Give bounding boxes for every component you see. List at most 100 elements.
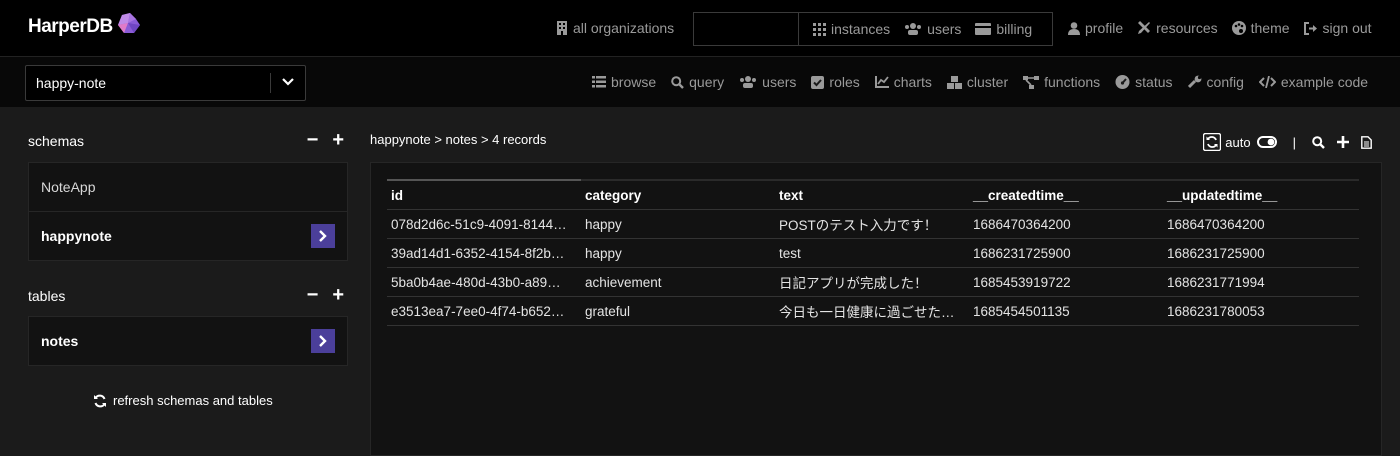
table-row[interactable]: 078d2d6c-51c9-4091-8144… happy POSTのテスト入… — [387, 209, 1359, 239]
example-code-link[interactable]: example code — [1258, 74, 1368, 90]
sign-out-link[interactable]: sign out — [1303, 20, 1372, 36]
wrench-icon — [1187, 75, 1201, 89]
users-icon — [905, 23, 922, 35]
chevron-down-icon[interactable] — [281, 76, 295, 88]
refresh-label: refresh schemas and tables — [113, 393, 273, 408]
column-header-text[interactable]: text — [775, 179, 969, 210]
add-schema-button[interactable]: + — [332, 130, 344, 150]
cell-updatedtime: 1686231780053 — [1163, 296, 1359, 326]
resources-link[interactable]: resources — [1137, 20, 1218, 36]
column-header-id[interactable]: id — [387, 179, 581, 210]
all-organizations-link[interactable]: all organizations — [556, 20, 674, 36]
cell-text: POSTのテスト入力です！ — [775, 209, 969, 239]
users-icon — [740, 76, 757, 88]
tables-title: tables — [28, 288, 66, 304]
schema-item-happynote[interactable]: happynote — [29, 212, 347, 260]
config-label: config — [1206, 74, 1244, 90]
charts-link[interactable]: charts — [874, 74, 932, 90]
instances-link[interactable]: instances — [813, 21, 890, 37]
refresh-icon[interactable] — [1203, 133, 1222, 151]
cell-updatedtime: 1686231725900 — [1163, 238, 1359, 268]
roles-link[interactable]: roles — [811, 74, 860, 90]
cell-createdtime: 1686231725900 — [969, 238, 1163, 268]
gauge-icon — [1115, 75, 1130, 89]
tables-list: notes — [28, 316, 348, 366]
config-link[interactable]: config — [1187, 74, 1244, 90]
cluster-label: cluster — [966, 74, 1009, 90]
add-table-button[interactable]: + — [332, 285, 344, 305]
functions-link[interactable]: functions — [1023, 74, 1100, 90]
remove-schema-button[interactable]: − — [307, 130, 319, 150]
instance-nav: browse query users roles charts cluster … — [592, 57, 1368, 107]
chevron-right-icon[interactable] — [311, 224, 335, 248]
breadcrumb: happynote > notes > 4 records — [370, 132, 547, 147]
cell-updatedtime: 1686470364200 — [1163, 209, 1359, 239]
chart-line-icon — [874, 76, 889, 88]
schemas-list: NoteApp happynote — [28, 162, 348, 261]
chevron-right-icon[interactable] — [311, 329, 335, 353]
cluster-link[interactable]: cluster — [946, 74, 1009, 90]
roles-label: roles — [829, 74, 860, 90]
status-link[interactable]: status — [1115, 74, 1173, 90]
cell-category: achievement — [581, 267, 775, 297]
search-icon[interactable] — [1312, 135, 1325, 149]
palette-icon — [1231, 21, 1246, 35]
browse-link[interactable]: browse — [592, 74, 656, 90]
tools-icon — [1138, 21, 1151, 34]
refresh-schemas-button[interactable]: refresh schemas and tables — [93, 393, 273, 408]
schema-item-label: NoteApp — [41, 179, 96, 195]
table-header-row: id category text __createdtime__ __updat… — [387, 179, 1359, 210]
users-link[interactable]: users — [904, 21, 961, 37]
code-icon — [1258, 76, 1276, 88]
logo-mark-icon — [117, 13, 140, 33]
schema-item-label: happynote — [41, 228, 112, 244]
file-icon[interactable] — [1361, 135, 1372, 149]
cell-id: 5ba0b4ae-480d-43b0-a89… — [387, 267, 581, 297]
table-toolbar: auto | — [1203, 133, 1372, 151]
column-header-updatedtime[interactable]: __updatedtime__ — [1163, 179, 1359, 210]
schemas-header: schemas − + — [28, 130, 348, 151]
query-link[interactable]: query — [671, 74, 724, 90]
instances-label: instances — [831, 21, 891, 37]
table-item-label: notes — [41, 333, 79, 349]
records-table: id category text __createdtime__ __updat… — [387, 179, 1359, 326]
select-divider — [270, 73, 271, 93]
schema-item-noteapp[interactable]: NoteApp — [29, 163, 347, 212]
status-label: status — [1135, 74, 1173, 90]
table-row[interactable]: e3513ea7-7ee0-4f74-b652… grateful 今日も一日健… — [387, 296, 1359, 326]
functions-label: functions — [1044, 74, 1101, 90]
table-row[interactable]: 39ad14d1-6352-4154-8f2b… happy test 1686… — [387, 238, 1359, 268]
sign-out-icon — [1303, 21, 1317, 35]
instance-users-link[interactable]: users — [739, 74, 796, 90]
billing-link[interactable]: billing — [975, 21, 1032, 37]
main-content: happynote > notes > 4 records auto | id … — [370, 106, 1382, 456]
remove-table-button[interactable]: − — [307, 285, 319, 305]
top-bar: HarperDB all organizations instances use… — [0, 0, 1400, 56]
account-nav: profile resources theme sign out — [1068, 0, 1386, 56]
instance-select[interactable]: happy-note — [25, 65, 306, 101]
theme-link[interactable]: theme — [1231, 20, 1290, 36]
org-name-slot — [694, 13, 799, 45]
table-row[interactable]: 5ba0b4ae-480d-43b0-a89… achievement 日記アプ… — [387, 267, 1359, 297]
column-header-createdtime[interactable]: __createdtime__ — [969, 179, 1163, 210]
profile-link[interactable]: profile — [1068, 20, 1123, 36]
list-icon — [592, 76, 606, 88]
toolbar-divider: | — [1292, 134, 1296, 150]
billing-label: billing — [996, 21, 1033, 37]
column-header-category[interactable]: category — [581, 179, 775, 210]
refresh-icon — [94, 394, 106, 407]
sign-out-label: sign out — [1322, 20, 1372, 36]
cell-createdtime: 1685453919722 — [969, 267, 1163, 297]
check-square-icon — [811, 75, 825, 89]
table-item-notes[interactable]: notes — [29, 317, 347, 365]
instance-select-value: happy-note — [36, 75, 107, 91]
plus-icon[interactable] — [1337, 136, 1349, 148]
schemas-title: schemas — [28, 133, 85, 149]
auto-refresh-label: auto — [1225, 134, 1251, 150]
cell-text: test — [775, 238, 969, 268]
harperdb-logo[interactable]: HarperDB — [28, 13, 142, 38]
cell-category: happy — [581, 209, 775, 239]
toggle-icon[interactable] — [1256, 136, 1277, 148]
credit-card-icon — [975, 23, 992, 35]
cell-text: 日記アプリが完成した！ — [775, 267, 969, 297]
